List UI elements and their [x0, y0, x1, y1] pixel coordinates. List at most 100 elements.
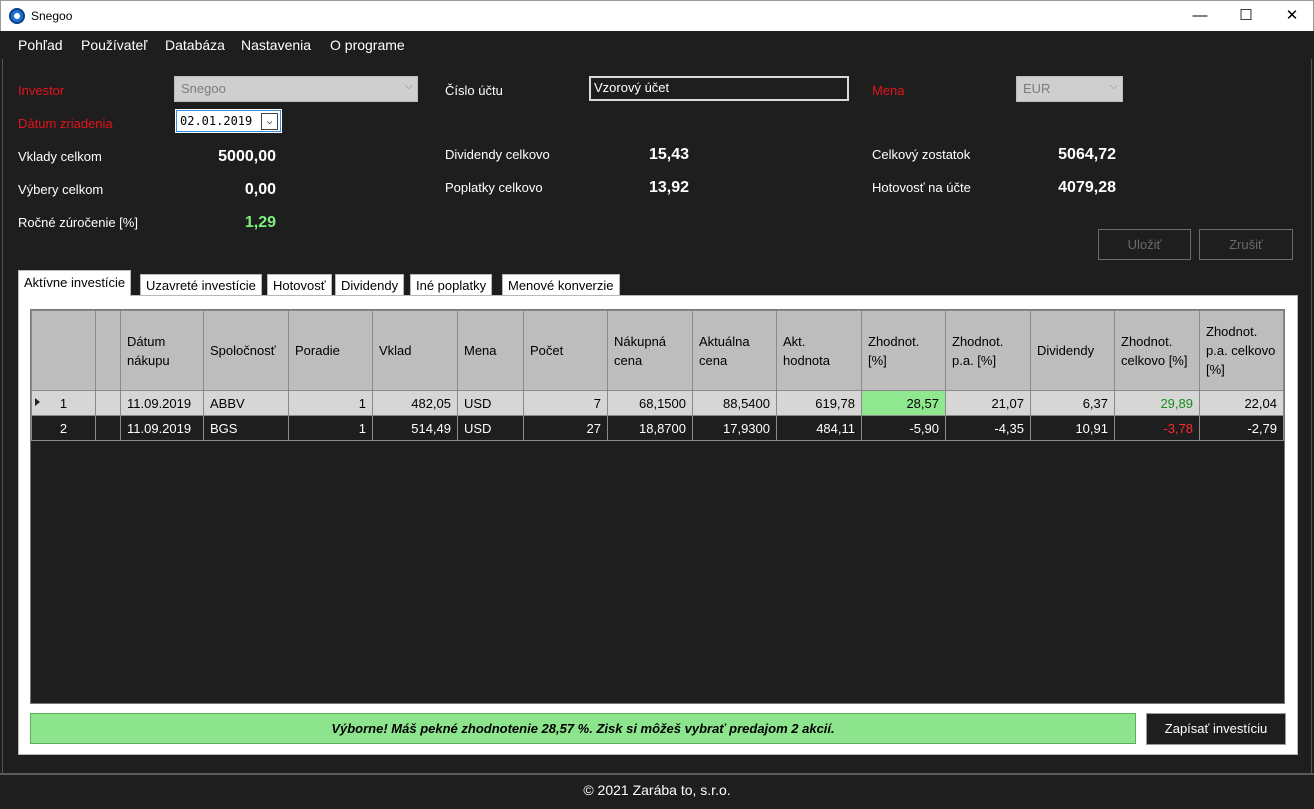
cell-pocet[interactable]: 27	[523, 415, 608, 441]
tab-hotovost[interactable]: Hotovosť	[267, 274, 332, 296]
vklady-label: Vklady celkom	[18, 149, 102, 164]
poplatky-value: 13,92	[648, 179, 689, 196]
tab-uzavrete-investicie[interactable]: Uzavreté investície	[140, 274, 262, 296]
cell-spolocnost[interactable]: ABBV	[203, 390, 289, 416]
menu-pohlad[interactable]: Pohľad	[18, 37, 63, 53]
chevron-down-icon: ⌵	[404, 80, 413, 92]
row-number: 2	[59, 420, 68, 436]
investor-select: Snegoo ⌵	[174, 76, 418, 102]
cancel-button[interactable]: Zrušiť	[1199, 229, 1293, 260]
cell-vklad[interactable]: 514,49	[372, 415, 458, 441]
tab-aktivne-investicie[interactable]: Aktívne investície	[18, 270, 132, 296]
investments-grid[interactable]: Dátum nákupu Spoločnosť Poradie Vklad Me…	[30, 309, 1285, 704]
tab-menove-konverzie[interactable]: Menové konverzie	[502, 274, 620, 296]
cell-datum[interactable]: 11.09.2019	[120, 390, 204, 416]
cell-spolocnost[interactable]: BGS	[203, 415, 289, 441]
menu-pouzivatel[interactable]: Používateľ	[81, 37, 147, 53]
hotovost-label: Hotovosť na účte	[872, 180, 971, 195]
calendar-dropdown-icon[interactable]: ⌵	[261, 113, 278, 130]
date-picker[interactable]: 02.01.2019 ⌵	[175, 109, 282, 133]
column-header-dividendy[interactable]: Dividendy	[1030, 310, 1115, 391]
main-content: Investor Snegoo ⌵ Číslo účtu Vzorový úče…	[2, 59, 1312, 773]
menu-databaza[interactable]: Databáza	[165, 37, 225, 53]
column-header-zhodnot-pa[interactable]: Zhodnot. p.a. [%]	[945, 310, 1031, 391]
status-message: Výborne! Máš pekné zhodnotenie 28,57 %. …	[30, 713, 1136, 744]
title-bar: Snegoo — ☐ ✕	[0, 0, 1314, 31]
cell-zhodnot[interactable]: 28,57	[861, 390, 946, 416]
currency-select: EUR ⌵	[1016, 76, 1123, 102]
cell-zhodnot-pa[interactable]: 21,07	[945, 390, 1031, 416]
currency-value: EUR	[1023, 81, 1051, 96]
cell-zhodnot[interactable]: -5,90	[861, 415, 946, 441]
rocne-zurocenie-value: 1,29	[244, 214, 276, 231]
column-header-zhodnot-celkovo[interactable]: Zhodnot. celkovo [%]	[1114, 310, 1200, 391]
cell-aktualna-cena[interactable]: 88,5400	[692, 390, 777, 416]
app-logo-icon	[9, 8, 25, 24]
close-icon[interactable]: ✕	[1269, 1, 1314, 31]
cell-akt-hodnota[interactable]: 484,11	[776, 415, 862, 441]
cell-datum[interactable]: 11.09.2019	[120, 415, 204, 441]
menu-o-programe[interactable]: O programe	[330, 37, 405, 53]
column-header-pocet[interactable]: Počet	[523, 310, 608, 391]
cell-nakupna-cena[interactable]: 68,1500	[607, 390, 693, 416]
vklady-value: 5000,00	[218, 148, 276, 165]
hotovost-value: 4079,28	[1058, 179, 1116, 196]
save-button[interactable]: Uložiť	[1098, 229, 1191, 260]
account-number-field[interactable]: Vzorový účet	[589, 76, 849, 101]
cell-zhodnot-pa-celkovo[interactable]: 22,04	[1199, 390, 1284, 416]
vybery-value: 0,00	[244, 181, 276, 198]
column-header-poradie[interactable]: Poradie	[288, 310, 373, 391]
tab-ine-poplatky[interactable]: Iné poplatky	[410, 274, 493, 296]
column-header-akt-hodnota[interactable]: Akt. hodnota	[776, 310, 862, 391]
row-header[interactable]: 2	[31, 415, 96, 441]
column-header-rownum[interactable]	[31, 310, 96, 391]
cell-poradie[interactable]: 1	[288, 390, 373, 416]
add-investment-button[interactable]: Zapísať investíciu	[1146, 713, 1286, 745]
cell-nakupna-cena[interactable]: 18,8700	[607, 415, 693, 441]
cell-akt-hodnota[interactable]: 619,78	[776, 390, 862, 416]
table-row[interactable]: 2 11.09.2019 BGS 1 514,49 USD 27 18,8700…	[31, 415, 1284, 441]
cell-vklad[interactable]: 482,05	[372, 390, 458, 416]
cell-mena[interactable]: USD	[457, 415, 524, 441]
row-number: 1	[59, 395, 68, 411]
column-header-mena[interactable]: Mena	[457, 310, 524, 391]
maximize-icon[interactable]: ☐	[1223, 1, 1269, 31]
cell-zhodnot-celkovo[interactable]: -3,78	[1114, 415, 1200, 441]
cell[interactable]	[95, 415, 121, 441]
dividendy-value: 15,43	[648, 146, 689, 163]
column-header-nakupna-cena[interactable]: Nákupná cena	[607, 310, 693, 391]
cell-aktualna-cena[interactable]: 17,9300	[692, 415, 777, 441]
cislo-uctu-label: Číslo účtu	[445, 83, 503, 98]
cell-dividendy[interactable]: 6,37	[1030, 390, 1115, 416]
column-header-spolocnost[interactable]: Spoločnosť	[203, 310, 289, 391]
cell-mena[interactable]: USD	[457, 390, 524, 416]
column-header-zhodnot[interactable]: Zhodnot. [%]	[861, 310, 946, 391]
cell-dividendy[interactable]: 10,91	[1030, 415, 1115, 441]
column-header-blank[interactable]	[95, 310, 121, 391]
celkovy-zostatok-label: Celkový zostatok	[872, 147, 971, 162]
tab-dividendy[interactable]: Dividendy	[335, 274, 405, 296]
footer-copyright: © 2021 Zarába to, s.r.o.	[0, 773, 1314, 809]
column-header-datum[interactable]: Dátum nákupu	[120, 310, 204, 391]
column-header-vklad[interactable]: Vklad	[372, 310, 458, 391]
vybery-label: Výbery celkom	[18, 182, 104, 197]
cell-poradie[interactable]: 1	[288, 415, 373, 441]
column-header-aktualna-cena[interactable]: Aktuálna cena	[692, 310, 777, 391]
column-header-zhodnot-pa-celkovo[interactable]: Zhodnot. p.a. celkovo [%]	[1199, 310, 1284, 391]
poplatky-label: Poplatky celkovo	[445, 180, 543, 195]
cell-zhodnot-pa-celkovo[interactable]: -2,79	[1199, 415, 1284, 441]
minimize-icon[interactable]: —	[1177, 1, 1223, 31]
cell-zhodnot-celkovo[interactable]: 29,89	[1114, 390, 1200, 416]
row-header[interactable]: 1	[31, 390, 96, 416]
cell-zhodnot-pa[interactable]: -4,35	[945, 415, 1031, 441]
cell-pocet[interactable]: 7	[523, 390, 608, 416]
investor-value: Snegoo	[181, 81, 226, 96]
investor-label: Investor	[18, 83, 65, 98]
cell[interactable]	[95, 390, 121, 416]
datum-zriadenia-label: Dátum zriadenia	[18, 116, 113, 131]
menu-nastavenia[interactable]: Nastavenia	[241, 37, 311, 53]
window-title: Snegoo	[31, 9, 73, 23]
table-row[interactable]: 1 11.09.2019 ABBV 1 482,05 USD 7 68,1500…	[31, 390, 1284, 416]
rocne-zurocenie-label: Ročné zúročenie [%]	[18, 215, 138, 230]
mena-label: Mena	[872, 83, 905, 98]
